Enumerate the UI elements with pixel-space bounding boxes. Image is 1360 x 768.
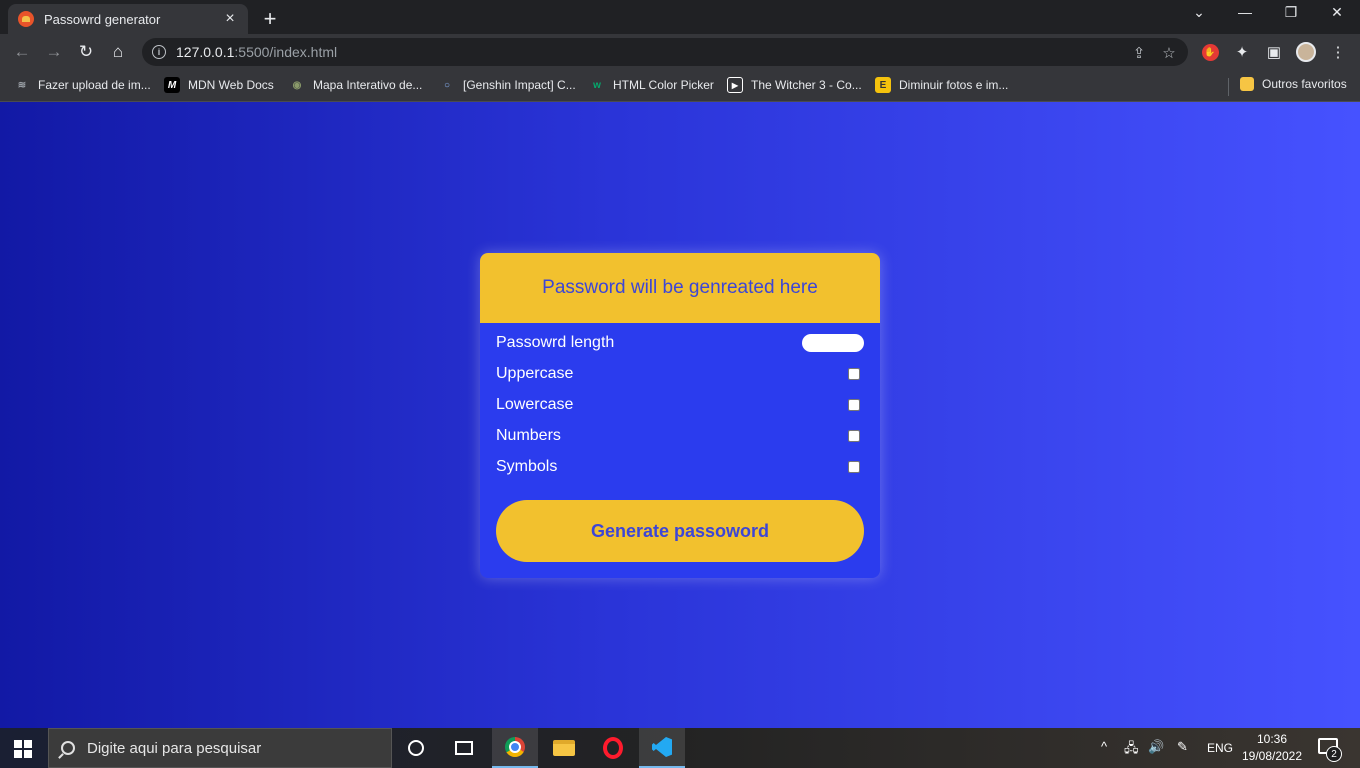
cortana-icon[interactable]: [393, 728, 439, 768]
mdn-icon: M: [164, 77, 180, 93]
windows-start-icon[interactable]: [14, 740, 32, 758]
close-window-button[interactable]: ✕: [1322, 4, 1352, 21]
bookmarks-bar: ≋ Fazer upload de im... M MDN Web Docs ◉…: [0, 70, 1360, 102]
browser-toolbar: ← → ↻ ⌂ i 127.0.0.1:5500/index.html ⇪ ☆ …: [0, 34, 1360, 70]
opera-icon[interactable]: [590, 728, 636, 768]
tab-search-button[interactable]: ⌄: [1184, 4, 1214, 21]
site-info-icon[interactable]: i: [152, 45, 166, 59]
option-row-lowercase: Lowercase: [496, 393, 864, 417]
browser-menu-icon[interactable]: ⋮: [1328, 42, 1348, 62]
volume-icon[interactable]: 🔊: [1148, 739, 1164, 755]
symbols-checkbox[interactable]: [848, 461, 860, 473]
language-indicator[interactable]: ENG: [1207, 741, 1233, 755]
task-view-icon[interactable]: [441, 728, 487, 768]
password-generator-card: Password will be genreated here Passowrd…: [480, 253, 880, 578]
password-result-text: Password will be genreated here: [542, 277, 818, 298]
vscode-icon[interactable]: [639, 728, 685, 768]
clock-date: 19/08/2022: [1241, 749, 1303, 763]
network-icon[interactable]: 🖧: [1124, 739, 1139, 761]
uppercase-label: Uppercase: [496, 365, 574, 382]
bookmark-label: Fazer upload de im...: [38, 78, 151, 92]
side-panel-icon[interactable]: ▣: [1264, 42, 1284, 62]
minimize-button[interactable]: —: [1230, 4, 1260, 20]
windows-taskbar: Digite aqui para pesquisar ^ 🖧 🔊 ✎ ENG 1…: [0, 728, 1360, 768]
bookmark-label: MDN Web Docs: [188, 78, 274, 92]
tab-close-icon[interactable]: ×: [222, 10, 238, 28]
numbers-checkbox[interactable]: [848, 430, 860, 442]
url-host: 127.0.0.1: [176, 44, 235, 60]
pen-icon[interactable]: ✎: [1177, 739, 1188, 755]
option-row-symbols: Symbols: [496, 455, 864, 479]
forward-button[interactable]: →: [43, 41, 65, 63]
clock-time: 10:36: [1256, 732, 1288, 746]
generate-button-label: Generate passoword: [590, 520, 770, 541]
taskbar-clock[interactable]: 10:36 19/08/2022: [1236, 731, 1308, 765]
bookmark-item[interactable]: M MDN Web Docs: [164, 77, 274, 93]
browser-tab[interactable]: Passowrd generator ×: [8, 4, 248, 34]
bookmarks-separator: [1228, 78, 1229, 96]
option-row-numbers: Numbers: [496, 424, 864, 448]
bookmark-item[interactable]: ≋ Fazer upload de im...: [14, 77, 151, 93]
search-placeholder: Digite aqui para pesquisar: [87, 739, 262, 757]
profile-avatar[interactable]: [1296, 42, 1316, 62]
file-explorer-icon[interactable]: [541, 728, 587, 768]
reload-button[interactable]: ↻: [75, 41, 97, 63]
easy-icon: E: [875, 77, 891, 93]
other-bookmarks-label: Outros favoritos: [1262, 77, 1347, 91]
extensions-puzzle-icon[interactable]: ✦: [1232, 42, 1252, 62]
map-icon: ◉: [292, 79, 302, 91]
bookmark-item[interactable]: ◉ Mapa Interativo de...: [289, 77, 423, 93]
length-input[interactable]: [802, 334, 864, 352]
uppercase-checkbox[interactable]: [848, 368, 860, 380]
layers-icon: ≋: [17, 79, 27, 91]
url-path: :5500/index.html: [234, 44, 338, 60]
option-row-length: Passowrd length: [496, 331, 864, 355]
numbers-label: Numbers: [496, 427, 561, 444]
generate-password-button[interactable]: Generate passoword: [496, 500, 864, 562]
symbols-label: Symbols: [496, 458, 558, 475]
bookmark-item[interactable]: E Diminuir fotos e im...: [875, 77, 1008, 93]
bookmark-item[interactable]: w HTML Color Picker: [589, 77, 714, 93]
tab-title: Passowrd generator: [44, 11, 161, 27]
chrome-taskbar-icon[interactable]: [492, 728, 538, 768]
bookmark-label: Mapa Interativo de...: [313, 78, 423, 92]
w3-icon: w: [593, 79, 601, 91]
bookmark-label: HTML Color Picker: [613, 78, 714, 92]
bookmark-item[interactable]: ▶ The Witcher 3 - Co...: [727, 77, 862, 93]
home-button[interactable]: ⌂: [107, 41, 129, 63]
adblock-extension-icon[interactable]: ✋: [1200, 42, 1220, 62]
address-bar[interactable]: i 127.0.0.1:5500/index.html ⇪ ☆: [142, 38, 1188, 66]
length-label: Passowrd length: [496, 334, 615, 351]
tray-chevron-icon[interactable]: ^: [1101, 739, 1107, 754]
bookmark-item[interactable]: ○ [Genshin Impact] C...: [439, 77, 576, 93]
taskbar-search-box[interactable]: Digite aqui para pesquisar: [48, 728, 392, 768]
bookmark-label: Diminuir fotos e im...: [899, 78, 1009, 92]
notification-count-badge: 2: [1326, 746, 1342, 762]
bookmark-label: [Genshin Impact] C...: [463, 78, 576, 92]
share-icon[interactable]: ⇪: [1130, 44, 1148, 62]
folder-icon: [1240, 77, 1254, 91]
password-result-box[interactable]: Password will be genreated here: [480, 253, 880, 323]
browser-title-bar: Passowrd generator × + ⌄ — ❐ ✕: [0, 0, 1360, 34]
favicon-icon: [18, 11, 34, 27]
option-row-uppercase: Uppercase: [496, 362, 864, 386]
lowercase-label: Lowercase: [496, 396, 574, 413]
bookmark-label: The Witcher 3 - Co...: [751, 78, 862, 92]
other-bookmarks-folder[interactable]: Outros favoritos: [1240, 77, 1347, 91]
bookmark-star-icon[interactable]: ☆: [1160, 44, 1178, 62]
play-icon: ▶: [727, 77, 743, 93]
loading-icon: ○: [443, 79, 451, 91]
options-panel: Passowrd length Uppercase Lowercase Numb…: [480, 323, 880, 578]
page-background: Password will be genreated here Passowrd…: [0, 102, 1360, 728]
search-icon: [61, 741, 75, 755]
new-tab-button[interactable]: +: [258, 6, 282, 32]
lowercase-checkbox[interactable]: [848, 399, 860, 411]
back-button[interactable]: ←: [11, 41, 33, 63]
restore-button[interactable]: ❐: [1276, 4, 1306, 21]
avatar: [1296, 42, 1316, 62]
